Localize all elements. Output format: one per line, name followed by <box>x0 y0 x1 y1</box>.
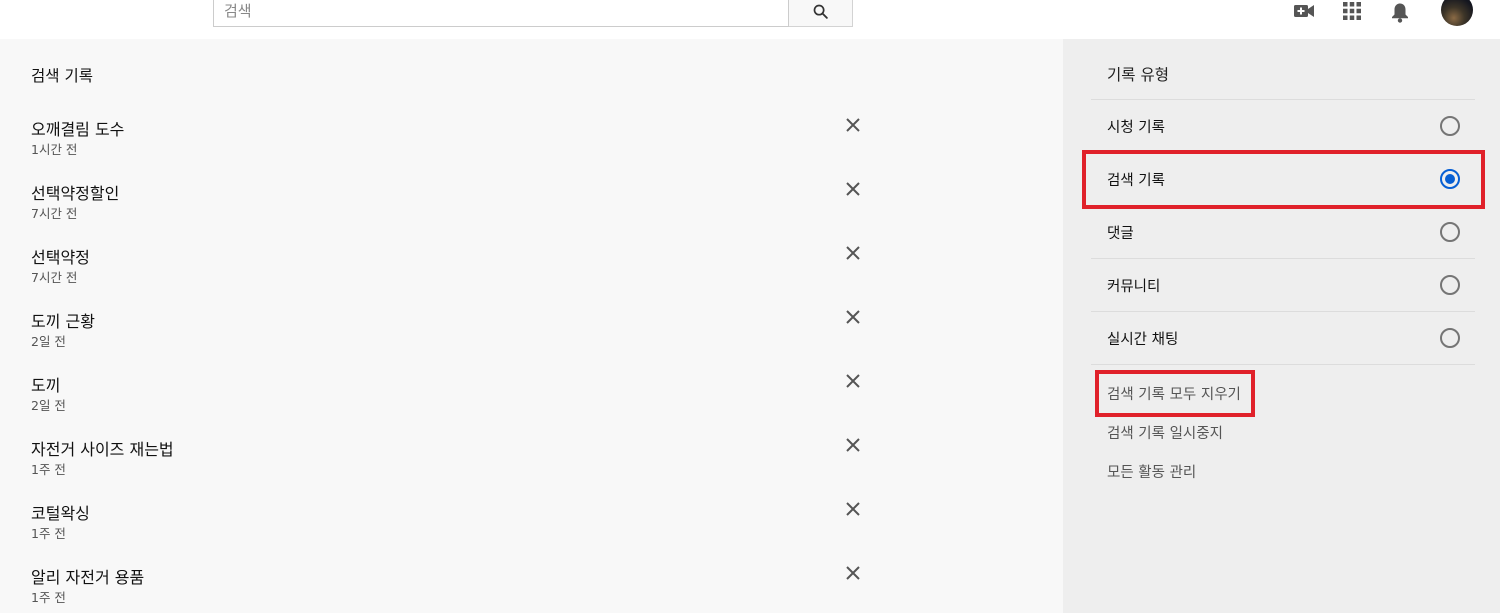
history-time: 1주 전 <box>31 462 66 477</box>
history-type-label: 커뮤니티 <box>1107 279 1161 295</box>
clear-search-history-link[interactable]: 검색 기록 모두 지우기 <box>1107 383 1241 404</box>
close-icon <box>846 565 860 584</box>
history-type-label: 실시간 채팅 <box>1107 332 1179 348</box>
close-icon <box>846 373 860 392</box>
history-type-panel: 기록 유형 시청 기록 검색 기록 댓글 커뮤니티 실시간 채팅 검색 기록 모… <box>1063 39 1500 613</box>
list-item: 오깨결림 도수 1시간 전 <box>31 116 871 166</box>
search-input[interactable] <box>213 0 789 27</box>
list-item: 도끼 근황 2일 전 <box>31 308 871 358</box>
history-query[interactable]: 코털왁싱 <box>31 500 90 524</box>
history-type-live-chat[interactable]: 실시간 채팅 <box>1091 312 1475 365</box>
delete-button[interactable] <box>843 116 863 136</box>
search-history-panel: 검색 기록 오깨결림 도수 1시간 전 선택약정할인 7시간 전 선택약정 7시… <box>0 39 1063 613</box>
history-type-search[interactable]: 검색 기록 <box>1091 153 1475 206</box>
history-query[interactable]: 선택약정할인 <box>31 180 119 204</box>
delete-button[interactable] <box>843 436 863 456</box>
list-item: 선택약정 7시간 전 <box>31 244 871 294</box>
delete-button[interactable] <box>843 308 863 328</box>
page-title: 검색 기록 <box>31 67 93 85</box>
delete-button[interactable] <box>843 372 863 392</box>
history-query[interactable]: 도끼 근황 <box>31 308 95 332</box>
apps-grid-icon[interactable] <box>1342 0 1362 22</box>
top-bar <box>0 0 1500 39</box>
history-query[interactable]: 도끼 <box>31 372 60 396</box>
list-item: 자전거 사이즈 재는법 1주 전 <box>31 436 871 486</box>
history-time: 7시간 전 <box>31 206 78 221</box>
history-time: 7시간 전 <box>31 270 78 285</box>
radio-button[interactable] <box>1440 116 1460 136</box>
history-type-label: 댓글 <box>1107 226 1134 242</box>
history-time: 1시간 전 <box>31 142 78 157</box>
history-type-watch[interactable]: 시청 기록 <box>1091 100 1475 153</box>
delete-button[interactable] <box>843 564 863 584</box>
bell-icon[interactable] <box>1389 0 1411 24</box>
close-icon <box>846 309 860 328</box>
close-icon <box>846 245 860 264</box>
radio-button[interactable] <box>1440 275 1460 295</box>
manage-all-activity-link[interactable]: 모든 활동 관리 <box>1107 461 1196 482</box>
list-item: 도끼 2일 전 <box>31 372 871 422</box>
delete-button[interactable] <box>843 180 863 200</box>
history-time: 1주 전 <box>31 526 66 541</box>
list-item: 알리 자전거 용품 1주 전 <box>31 564 871 613</box>
list-item: 코털왁싱 1주 전 <box>31 500 871 550</box>
history-time: 2일 전 <box>31 334 66 349</box>
history-time: 1주 전 <box>31 590 66 605</box>
pause-search-history-link[interactable]: 검색 기록 일시중지 <box>1107 422 1223 443</box>
history-type-title: 기록 유형 <box>1107 66 1169 84</box>
history-time: 2일 전 <box>31 398 66 413</box>
close-icon <box>846 117 860 136</box>
divider <box>1091 364 1475 365</box>
close-icon <box>846 181 860 200</box>
history-type-community[interactable]: 커뮤니티 <box>1091 259 1475 312</box>
history-query[interactable]: 자전거 사이즈 재는법 <box>31 436 174 460</box>
history-type-label: 시청 기록 <box>1107 120 1165 136</box>
avatar[interactable] <box>1441 0 1473 26</box>
video-camera-plus-icon[interactable] <box>1293 0 1315 22</box>
delete-button[interactable] <box>843 500 863 520</box>
radio-button[interactable] <box>1440 328 1460 348</box>
history-query[interactable]: 오깨결림 도수 <box>31 116 124 140</box>
history-type-label: 검색 기록 <box>1107 173 1165 189</box>
history-query[interactable]: 선택약정 <box>31 244 90 268</box>
close-icon <box>846 437 860 456</box>
history-type-comments[interactable]: 댓글 <box>1091 206 1475 259</box>
delete-button[interactable] <box>843 244 863 264</box>
history-query[interactable]: 알리 자전거 용품 <box>31 564 144 588</box>
close-icon <box>846 501 860 520</box>
search-bar <box>213 0 853 27</box>
list-item: 선택약정할인 7시간 전 <box>31 180 871 230</box>
radio-button[interactable] <box>1440 222 1460 242</box>
search-icon <box>812 3 829 24</box>
search-button[interactable] <box>789 0 853 27</box>
radio-button-checked[interactable] <box>1440 169 1460 189</box>
